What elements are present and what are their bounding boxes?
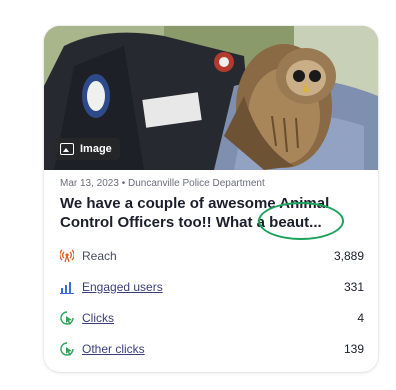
post-card[interactable]: Image Mar 13, 2023 • Duncanville Police … bbox=[44, 26, 378, 372]
stat-value: 331 bbox=[343, 279, 364, 294]
reach-highlight-circle bbox=[258, 202, 344, 240]
stat-label[interactable]: Other clicks bbox=[82, 342, 145, 356]
image-icon bbox=[60, 143, 74, 155]
image-badge-label: Image bbox=[80, 143, 112, 155]
broadcast-icon bbox=[60, 249, 74, 263]
stat-label[interactable]: Clicks bbox=[82, 311, 114, 325]
stat-label: Reach bbox=[82, 248, 117, 263]
click-cursor-icon bbox=[60, 341, 74, 356]
stat-value: 4 bbox=[357, 310, 364, 325]
stat-row-other-clicks[interactable]: Other clicks 139 bbox=[60, 333, 364, 364]
stat-label[interactable]: Engaged users bbox=[82, 280, 163, 294]
stat-value: 3,889 bbox=[333, 248, 364, 263]
post-image[interactable]: Image bbox=[44, 26, 378, 170]
bar-chart-icon bbox=[60, 280, 74, 294]
click-cursor-icon bbox=[60, 310, 74, 325]
post-meta: Mar 13, 2023 • Duncanville Police Depart… bbox=[60, 178, 265, 189]
stat-row-clicks[interactable]: Clicks 4 bbox=[60, 302, 364, 333]
stat-row-reach: Reach 3,889 bbox=[60, 240, 364, 271]
stat-value: 139 bbox=[343, 341, 364, 356]
stat-row-engaged-users[interactable]: Engaged users 331 bbox=[60, 271, 364, 302]
stats-list: Reach 3,889 Engaged users 331 Clicks 4 O… bbox=[60, 240, 364, 364]
image-badge: Image bbox=[54, 138, 120, 160]
